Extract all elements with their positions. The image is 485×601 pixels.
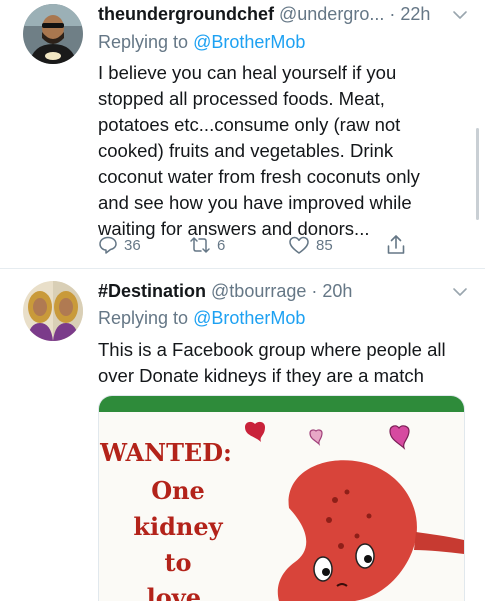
retweet-count: 6	[217, 236, 226, 254]
handle-and-time[interactable]: @tbourrage · 20h	[206, 281, 352, 301]
tweet-text-line: This is a Facebook group where people al…	[98, 339, 446, 360]
poster-text: love.	[147, 583, 210, 601]
chevron-down-icon[interactable]	[451, 283, 469, 301]
tweet-1[interactable]: theundergroundchef @undergro... · 22h Re…	[0, 0, 485, 268]
tweet-text-line: cooked) fruits and vegetables. Drink	[98, 140, 394, 161]
retweet-icon	[190, 237, 210, 253]
poster-text: One	[151, 476, 205, 505]
tweet-text: I believe you can heal yourself if you s…	[98, 60, 420, 242]
display-name[interactable]: theundergroundchef	[98, 4, 274, 24]
replying-to: Replying to @BrotherMob	[98, 31, 305, 53]
scrollbar[interactable]	[476, 128, 479, 220]
share-icon	[387, 235, 405, 254]
like-count: 85	[316, 236, 333, 254]
tweet-text-line: over Donate kidneys if they are a match	[98, 365, 424, 386]
reply-count: 36	[124, 236, 141, 254]
tweet-text-line: coconut water from fresh coconuts only	[98, 166, 420, 187]
tweet-header: theundergroundchef @undergro... · 22h	[98, 3, 430, 25]
tweet-text-line: potatoes etc...consume only (raw not	[98, 114, 401, 135]
replying-to-label: Replying to	[98, 308, 194, 328]
mention-link[interactable]: @BrotherMob	[193, 32, 305, 52]
tweet-text-line: stopped all processed foods. Meat,	[98, 88, 385, 109]
replying-to: Replying to @BrotherMob	[98, 307, 305, 329]
share-button[interactable]	[386, 233, 406, 257]
poster-text: WANTED:	[99, 438, 232, 467]
mention-link[interactable]: @BrotherMob	[193, 308, 305, 328]
kidney-poster: WANTED: One kidney to love.	[99, 396, 464, 601]
avatar[interactable]	[23, 4, 83, 64]
poster-text: to	[164, 548, 191, 577]
tweet-text: This is a Facebook group where people al…	[98, 337, 446, 389]
avatar-image	[23, 4, 83, 64]
tweet-text-line: I believe you can heal yourself if you	[98, 62, 397, 83]
media-image[interactable]: WANTED: One kidney to love.	[98, 395, 465, 601]
like-button[interactable]: 85	[288, 233, 333, 257]
display-name[interactable]: #Destination	[98, 281, 206, 301]
reply-button[interactable]: 36	[98, 233, 141, 257]
avatar-image	[23, 281, 83, 341]
reply-icon	[99, 236, 117, 254]
tweet-header: #Destination @tbourrage · 20h	[98, 280, 352, 302]
tweet-text-line: and see how you have improved while	[98, 192, 412, 213]
tweet-actions: 36 6 85	[98, 233, 418, 257]
handle-and-time[interactable]: @undergro... · 22h	[274, 4, 430, 24]
chevron-down-icon[interactable]	[451, 6, 469, 24]
avatar[interactable]	[23, 281, 83, 341]
replying-to-label: Replying to	[98, 32, 194, 52]
poster-text: kidney	[133, 512, 223, 541]
like-icon	[289, 236, 309, 254]
retweet-button[interactable]: 6	[189, 233, 225, 257]
